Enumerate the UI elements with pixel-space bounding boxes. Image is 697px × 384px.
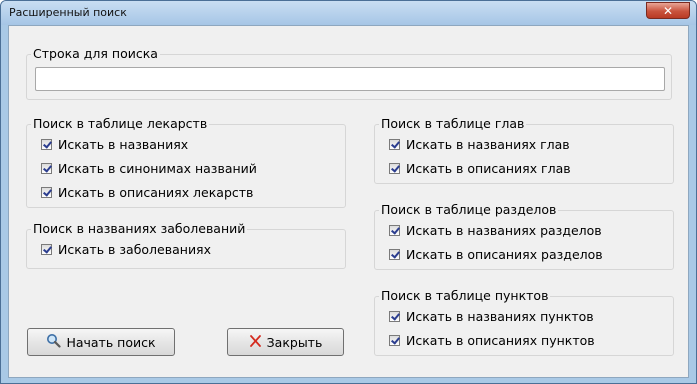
points-group-title: Поиск в таблице пунктов [379,288,551,304]
checkbox-checked-icon[interactable] [389,310,400,322]
checkbox-checked-icon[interactable] [389,334,400,346]
checkbox-section-descriptions[interactable]: Искать в описаниях разделов [389,245,603,263]
checkbox-label: Искать в названиях глав [406,136,570,152]
window-close-button[interactable]: ✕ [646,2,690,19]
checkbox-checked-icon[interactable] [389,248,400,260]
advanced-search-dialog: Расширенный поиск ✕ Строка для поиска По… [0,0,697,384]
checkbox-checked-icon[interactable] [389,162,400,174]
checkbox-checked-icon[interactable] [389,138,400,150]
checkbox-point-names[interactable]: Искать в названиях пунктов [389,307,594,325]
red-x-icon [249,334,262,351]
start-search-button[interactable]: Начать поиск [27,328,175,356]
chapters-group-title: Поиск в таблице глав [379,116,527,132]
checkbox-section-names[interactable]: Искать в названиях разделов [389,221,602,239]
checkbox-drugs-synonyms[interactable]: Искать в синонимах названий [41,159,257,177]
drugs-group-title: Поиск в таблице лекарств [31,116,210,132]
close-button[interactable]: Закрыть [227,328,344,356]
checkbox-diseases[interactable]: Искать в заболеваниях [41,240,211,258]
checkbox-label: Искать в описаниях пунктов [406,332,595,348]
diseases-group-title: Поиск в названиях заболеваний [31,221,248,237]
start-search-label: Начать поиск [66,334,156,350]
search-string-label: Строка для поиска [31,46,160,62]
checkbox-label: Искать в синонимах названий [58,160,257,176]
checkbox-label: Искать в названиях пунктов [406,308,594,324]
checkbox-label: Искать в названиях [58,136,189,152]
checkbox-label: Искать в описаниях лекарств [58,184,254,200]
checkbox-label: Искать в описаниях глав [406,160,571,176]
checkbox-checked-icon[interactable] [41,138,52,150]
checkbox-drugs-names[interactable]: Искать в названиях [41,135,188,153]
title-bar[interactable]: Расширенный поиск ✕ [1,1,696,25]
checkbox-label: Искать в описаниях разделов [406,246,603,262]
checkbox-chapter-descriptions[interactable]: Искать в описаниях глав [389,159,571,177]
window-title: Расширенный поиск [9,6,127,19]
dialog-client-area: Строка для поиска Поиск в таблице лекарс… [8,25,689,378]
sections-group-title: Поиск в таблице разделов [379,202,559,218]
checkbox-label: Искать в заболеваниях [58,241,211,257]
search-input[interactable] [35,67,665,91]
checkbox-chapter-names[interactable]: Искать в названиях глав [389,135,570,153]
close-button-label: Закрыть [266,334,323,350]
checkbox-label: Искать в названиях разделов [406,222,602,238]
checkbox-checked-icon[interactable] [41,162,52,174]
close-icon: ✕ [662,3,674,18]
checkbox-checked-icon[interactable] [41,186,52,198]
checkbox-checked-icon[interactable] [389,224,400,236]
checkbox-checked-icon[interactable] [41,243,52,255]
checkbox-point-descriptions[interactable]: Искать в описаниях пунктов [389,331,595,349]
checkbox-drugs-descriptions[interactable]: Искать в описаниях лекарств [41,183,253,201]
magnifier-icon [46,333,62,351]
